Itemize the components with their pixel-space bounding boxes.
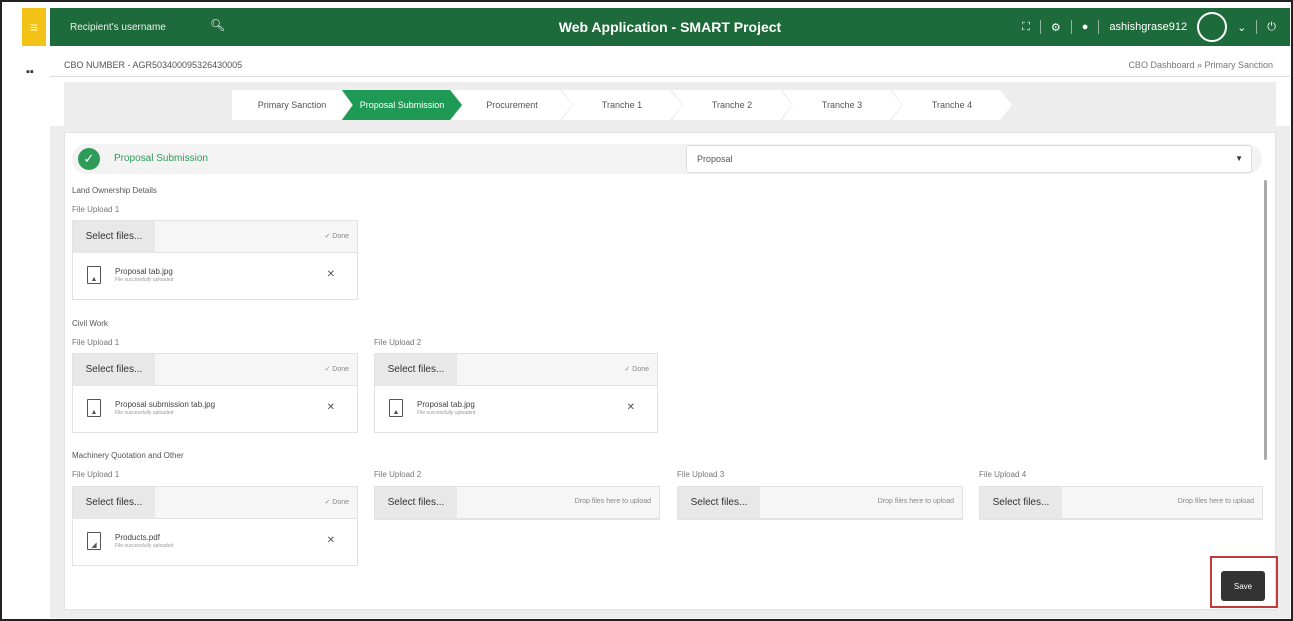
image-file-icon: ▲ — [87, 266, 101, 284]
power-icon[interactable]: ⏻ — [1267, 21, 1276, 34]
username[interactable]: ashishgrase912 — [1109, 21, 1187, 33]
select-files-button[interactable]: Select files... — [73, 220, 155, 253]
scrollbar[interactable] — [1264, 180, 1267, 460]
header-icons: ⛶ ⚙ ● ashishgrase912 ⌄ ⏻ — [1022, 8, 1276, 46]
file-name: Proposal submission tab.jpg — [115, 400, 216, 409]
divider — [1098, 20, 1100, 34]
file-uploader: Select files... ✓ Done ▲ Proposal submis… — [72, 353, 358, 433]
step-tranche-3[interactable]: Tranche 3 — [782, 90, 902, 120]
close-icon[interactable]: ✕ — [627, 402, 635, 413]
uploaded-file: ▲ Proposal tab.jpg File successfully upl… — [73, 253, 357, 299]
drop-zone-hint[interactable]: Drop files here to upload — [1178, 498, 1254, 505]
image-file-icon: ▲ — [389, 399, 403, 417]
uploader-toolbar: Select files... ✓ Done — [73, 220, 357, 253]
select-files-button[interactable]: Select files... — [678, 486, 760, 519]
proposal-select-value: Proposal — [697, 154, 733, 164]
step-tranche-1[interactable]: Tranche 1 — [562, 90, 682, 120]
file-name: Proposal tab.jpg — [115, 267, 173, 276]
file-upload-label: File Upload 3 — [677, 470, 725, 479]
upload-status: ✓ Done — [624, 366, 649, 373]
divider — [1070, 20, 1072, 34]
divider — [1039, 20, 1041, 34]
notification-icon[interactable]: ● — [1082, 21, 1089, 33]
file-uploader: Select files... ✓ Done ▲ Proposal tab.jp… — [72, 220, 358, 300]
select-files-button[interactable]: Select files... — [375, 353, 457, 386]
file-upload-label: File Upload 2 — [374, 338, 422, 347]
cbo-number: CBO NUMBER - AGR503400095326430005 — [64, 60, 243, 70]
pdf-file-icon: ◢ — [87, 532, 101, 550]
uploaded-file: ▲ Proposal tab.jpg File successfully upl… — [375, 386, 657, 432]
section-title: Proposal Submission — [114, 153, 208, 164]
file-uploader: Select files... Drop files here to uploa… — [374, 486, 660, 520]
search-icon[interactable]: 🔍︎ — [210, 18, 225, 32]
file-upload-label: File Upload 1 — [72, 205, 120, 214]
file-status: File successfully uploaded — [115, 543, 174, 549]
file-upload-label: File Upload 4 — [979, 470, 1027, 479]
stepper: Primary Sanction Proposal Submission Pro… — [232, 90, 1012, 120]
header-bar: Recipient's username 🔍︎ Web Application … — [50, 8, 1290, 46]
file-upload-label: File Upload 1 — [72, 338, 120, 347]
file-status: File successfully uploaded — [417, 410, 476, 416]
file-uploader: Select files... Drop files here to uploa… — [979, 486, 1263, 520]
file-uploader: Select files... ✓ Done ◢ Products.pdf Fi… — [72, 486, 358, 566]
step-proposal-submission[interactable]: Proposal Submission — [342, 90, 462, 120]
fullscreen-icon[interactable]: ⛶ — [1022, 21, 1030, 34]
uploader-toolbar: Select files... ✓ Done — [375, 353, 657, 386]
save-button[interactable]: Save — [1221, 571, 1265, 601]
uploaded-file: ◢ Products.pdf File successfully uploade… — [73, 519, 357, 565]
step-primary-sanction[interactable]: Primary Sanction — [232, 90, 352, 120]
file-status: File successfully uploaded — [115, 277, 174, 283]
menu-icon[interactable]: ≡ — [22, 8, 46, 46]
search-input[interactable]: Recipient's username — [58, 14, 226, 40]
step-procurement[interactable]: Procurement — [452, 90, 572, 120]
image-file-icon: ▲ — [87, 399, 101, 417]
file-name: Proposal tab.jpg — [417, 400, 475, 409]
divider — [1256, 20, 1258, 34]
select-files-button[interactable]: Select files... — [980, 486, 1062, 519]
select-files-button[interactable]: Select files... — [73, 353, 155, 386]
uploader-toolbar: Select files... Drop files here to uploa… — [678, 486, 962, 519]
file-uploader: Select files... Drop files here to uploa… — [677, 486, 963, 520]
caret-down-icon: ▼ — [1235, 154, 1243, 163]
uploader-toolbar: Select files... Drop files here to uploa… — [375, 486, 659, 519]
select-files-button[interactable]: Select files... — [375, 486, 457, 519]
file-upload-label: File Upload 1 — [72, 470, 120, 479]
file-status: File successfully uploaded — [115, 410, 174, 416]
breadcrumb[interactable]: CBO Dashboard » Primary Sanction — [1128, 60, 1273, 70]
drop-zone-hint[interactable]: Drop files here to upload — [878, 498, 954, 505]
file-uploader: Select files... ✓ Done ▲ Proposal tab.jp… — [374, 353, 658, 433]
select-files-button[interactable]: Select files... — [73, 486, 155, 519]
group-label-machinery: Machinery Quotation and Other — [72, 451, 184, 460]
group-label-land: Land Ownership Details — [72, 186, 157, 195]
uploader-toolbar: Select files... Drop files here to uploa… — [980, 486, 1262, 519]
file-upload-label: File Upload 2 — [374, 470, 422, 479]
proposal-select[interactable]: Proposal ▼ — [686, 145, 1252, 173]
group-label-civil: Civil Work — [72, 319, 108, 328]
settings-icon[interactable]: ⚙ — [1051, 21, 1061, 34]
uploaded-file: ▲ Proposal submission tab.jpg File succe… — [73, 386, 357, 432]
close-icon[interactable]: ✕ — [327, 269, 335, 280]
check-circle-icon: ✓ — [78, 148, 100, 170]
step-tranche-4[interactable]: Tranche 4 — [892, 90, 1012, 120]
step-tranche-2[interactable]: Tranche 2 — [672, 90, 792, 120]
upload-status: ✓ Done — [324, 233, 349, 240]
divider — [50, 76, 1290, 77]
close-icon[interactable]: ✕ — [327, 402, 335, 413]
close-icon[interactable]: ✕ — [327, 535, 335, 546]
upload-status: ✓ Done — [324, 499, 349, 506]
avatar[interactable] — [1197, 12, 1228, 42]
app-window: ≡ ▪▪ Recipient's username 🔍︎ Web Applica… — [0, 0, 1293, 621]
chevron-down-icon[interactable]: ⌄ — [1237, 21, 1246, 34]
uploader-toolbar: Select files... ✓ Done — [73, 486, 357, 519]
grid-icon[interactable]: ▪▪ — [26, 66, 34, 78]
drop-zone-hint[interactable]: Drop files here to upload — [575, 498, 651, 505]
file-name: Products.pdf — [115, 533, 160, 542]
upload-status: ✓ Done — [324, 366, 349, 373]
uploader-toolbar: Select files... ✓ Done — [73, 353, 357, 386]
